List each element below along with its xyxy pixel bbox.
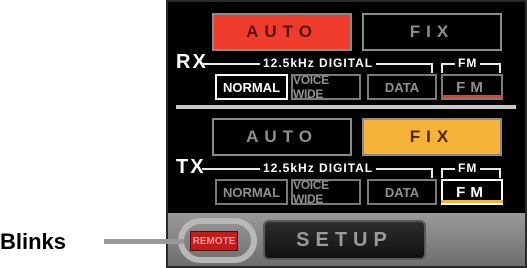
annotation-pointer-line — [104, 239, 184, 244]
tx-normal-option[interactable]: NORMAL — [215, 179, 288, 205]
rx-fm-bracket-start — [441, 63, 443, 73]
tx-digital-bracket-end — [431, 168, 433, 178]
rx-normal-option[interactable]: NORMAL — [215, 74, 288, 100]
rx-data-option[interactable]: DATA — [367, 74, 437, 100]
tx-fm-bracket-end — [499, 168, 501, 178]
tx-voice-wide-option[interactable]: VOICE WIDE — [291, 178, 361, 206]
rx-digital-caption: 12.5kHz DIGITAL — [260, 57, 377, 69]
setup-button[interactable]: SETUP — [263, 220, 426, 260]
rx-tx-divider — [176, 105, 516, 109]
rx-fm-caption: FM — [455, 57, 481, 69]
tx-data-option[interactable]: DATA — [367, 179, 437, 205]
blinks-annotation: Blinks — [0, 229, 67, 254]
remote-indicator: REMOTE — [190, 231, 238, 251]
tx-fm-caption: FM — [455, 162, 481, 174]
tx-fm-selected-indicator — [441, 200, 503, 203]
rx-auto-button[interactable]: AUTO — [212, 13, 352, 51]
rx-digital-bracket-end — [431, 63, 433, 73]
tx-fm-bracket-start — [441, 168, 443, 178]
rx-fm-selected-indicator — [441, 95, 503, 98]
rx-fm-bracket-end — [499, 63, 501, 73]
tx-digital-caption: 12.5kHz DIGITAL — [260, 162, 377, 174]
tx-fix-button[interactable]: FIX — [362, 118, 502, 156]
rx-voice-wide-option[interactable]: VOICE WIDE — [291, 73, 361, 101]
rx-fix-button[interactable]: FIX — [362, 13, 502, 51]
tx-auto-button[interactable]: AUTO — [212, 118, 352, 156]
